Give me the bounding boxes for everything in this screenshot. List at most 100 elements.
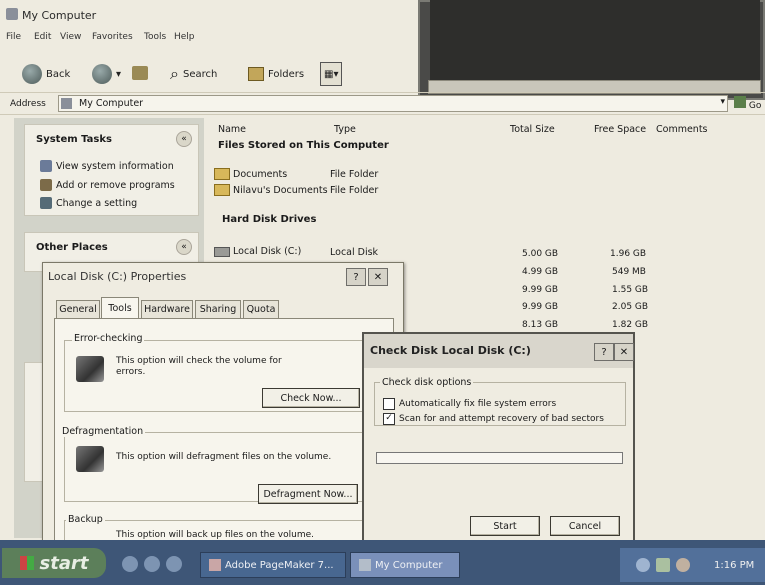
list-item-total: 4.99 GB xyxy=(522,267,559,277)
list-item-total: 5.00 GB xyxy=(522,249,559,259)
views-button[interactable]: ▦▾ xyxy=(320,62,343,86)
list-item-free: 549 MB xyxy=(612,267,646,277)
start-button[interactable]: Start xyxy=(470,516,540,536)
pagemaker-icon xyxy=(209,559,221,571)
menu-favorites[interactable]: Favorites xyxy=(92,32,133,42)
computer-icon xyxy=(6,8,18,20)
forward-arrow-icon xyxy=(92,64,112,84)
menu-edit[interactable]: Edit xyxy=(34,32,51,42)
clock: 1:16 PM xyxy=(714,560,755,571)
tab-general[interactable]: General xyxy=(56,300,100,318)
address-field[interactable]: My Computer ▾ xyxy=(58,95,728,112)
tab-tools[interactable]: Tools xyxy=(101,297,139,319)
computer-icon xyxy=(61,98,72,109)
computer-icon xyxy=(359,559,371,571)
back-button[interactable]: Back xyxy=(22,62,70,86)
scan-bad-sectors-checkbox-row[interactable]: ✓ Scan for and attempt recovery of bad s… xyxy=(383,413,604,425)
list-item-free: 1.82 GB xyxy=(612,320,649,330)
add-remove-icon xyxy=(40,179,52,191)
list-item-type: File Folder xyxy=(330,185,379,196)
address-label: Address xyxy=(10,99,46,109)
defragmentation-label: Defragmentation xyxy=(60,426,146,437)
cancel-button[interactable]: Cancel xyxy=(550,516,620,536)
folders-icon xyxy=(248,67,264,81)
quick-launch-icon[interactable] xyxy=(166,556,182,572)
window-title: My Computer xyxy=(22,9,97,22)
list-item[interactable]: Documents xyxy=(214,168,287,180)
task-view-system-info[interactable]: View system information xyxy=(40,160,174,172)
list-item-total: 9.99 GB xyxy=(522,302,559,312)
folder-icon xyxy=(214,168,230,180)
tray-icon[interactable] xyxy=(676,558,690,572)
hard-disk-icon xyxy=(214,246,230,257)
tab-quota[interactable]: Quota xyxy=(243,300,279,318)
system-tasks-title[interactable]: System Tasks xyxy=(36,134,112,145)
other-places-title[interactable]: Other Places xyxy=(36,242,108,253)
collapse-icon[interactable]: « xyxy=(176,131,192,147)
column-type[interactable]: Type xyxy=(334,124,356,135)
tray-icon[interactable] xyxy=(656,558,670,572)
close-button[interactable]: ✕ xyxy=(614,343,634,361)
list-item-free: 1.55 GB xyxy=(612,285,649,295)
up-folder-icon xyxy=(132,66,148,80)
menu-help[interactable]: Help xyxy=(174,32,195,42)
list-item[interactable]: Local Disk (C:) xyxy=(214,246,301,257)
check-disk-icon xyxy=(76,356,104,382)
quick-launch-icon[interactable] xyxy=(122,556,138,572)
check-disk-options-label: Check disk options xyxy=(380,377,474,388)
menu-tools[interactable]: Tools xyxy=(144,32,166,42)
check-now-button[interactable]: Check Now... xyxy=(262,388,360,408)
help-button[interactable]: ? xyxy=(594,343,614,361)
list-item-total: 8.13 GB xyxy=(522,320,559,330)
help-button[interactable]: ? xyxy=(346,268,366,286)
views-icon: ▦▾ xyxy=(324,68,339,80)
column-total-size[interactable]: Total Size xyxy=(510,124,555,135)
scan-bad-sectors-checkbox[interactable]: ✓ xyxy=(383,413,395,425)
check-disk-title: Check Disk Local Disk (C:) xyxy=(370,344,531,357)
list-item-type: File Folder xyxy=(330,169,379,180)
go-button[interactable]: Go xyxy=(734,96,764,112)
folder-icon xyxy=(214,184,230,196)
close-button[interactable]: ✕ xyxy=(368,268,388,286)
taskbar-item-pagemaker[interactable]: Adobe PageMaker 7... xyxy=(200,552,346,578)
tab-hardware[interactable]: Hardware xyxy=(141,300,193,318)
menu-file[interactable]: File xyxy=(6,32,21,42)
back-arrow-icon xyxy=(22,64,42,84)
task-add-remove-programs[interactable]: Add or remove programs xyxy=(40,179,175,191)
forward-button[interactable]: ▾ xyxy=(92,62,121,86)
start-menu-button[interactable]: start xyxy=(2,548,106,578)
column-free-space[interactable]: Free Space xyxy=(594,124,646,135)
column-name[interactable]: Name xyxy=(218,124,246,135)
list-item-total: 9.99 GB xyxy=(522,285,559,295)
error-checking-text: This option will check the volume for er… xyxy=(116,356,282,377)
defragment-now-button[interactable]: Defragment Now... xyxy=(258,484,358,504)
list-item[interactable]: Nilavu's Documents xyxy=(214,184,328,196)
taskbar-item-my-computer[interactable]: My Computer xyxy=(350,552,460,578)
files-group-header: Files Stored on This Computer xyxy=(218,140,389,151)
search-button[interactable]: ⌕ Search xyxy=(170,62,217,86)
windows-logo-icon xyxy=(19,556,34,570)
defragmentation-text: This option will defragment files on the… xyxy=(116,452,332,462)
go-arrow-icon xyxy=(734,96,746,108)
collapse-icon[interactable]: « xyxy=(176,239,192,255)
properties-dialog-title: Local Disk (C:) Properties xyxy=(48,270,187,283)
backup-label: Backup xyxy=(66,514,105,525)
auto-fix-checkbox-row[interactable]: Automatically fix file system errors xyxy=(383,398,556,410)
menu-view[interactable]: View xyxy=(60,32,81,42)
explorer-titlebar: My Computer xyxy=(0,0,430,28)
task-change-setting[interactable]: Change a setting xyxy=(40,197,137,209)
tab-sharing[interactable]: Sharing xyxy=(195,300,241,318)
control-panel-icon xyxy=(40,197,52,209)
drives-group-header: Hard Disk Drives xyxy=(222,214,317,225)
search-icon: ⌕ xyxy=(170,64,179,83)
folders-button[interactable]: Folders xyxy=(248,62,304,86)
list-item-free: 2.05 GB xyxy=(612,302,649,312)
list-item-free: 1.96 GB xyxy=(610,249,647,259)
dropdown-arrow-icon[interactable]: ▾ xyxy=(720,97,725,107)
quick-launch-icon[interactable] xyxy=(144,556,160,572)
auto-fix-checkbox[interactable] xyxy=(383,398,395,410)
tray-icon[interactable] xyxy=(636,558,650,572)
column-comments[interactable]: Comments xyxy=(656,124,708,135)
check-disk-progress-bar xyxy=(376,452,623,464)
error-checking-label: Error-checking xyxy=(72,333,145,344)
